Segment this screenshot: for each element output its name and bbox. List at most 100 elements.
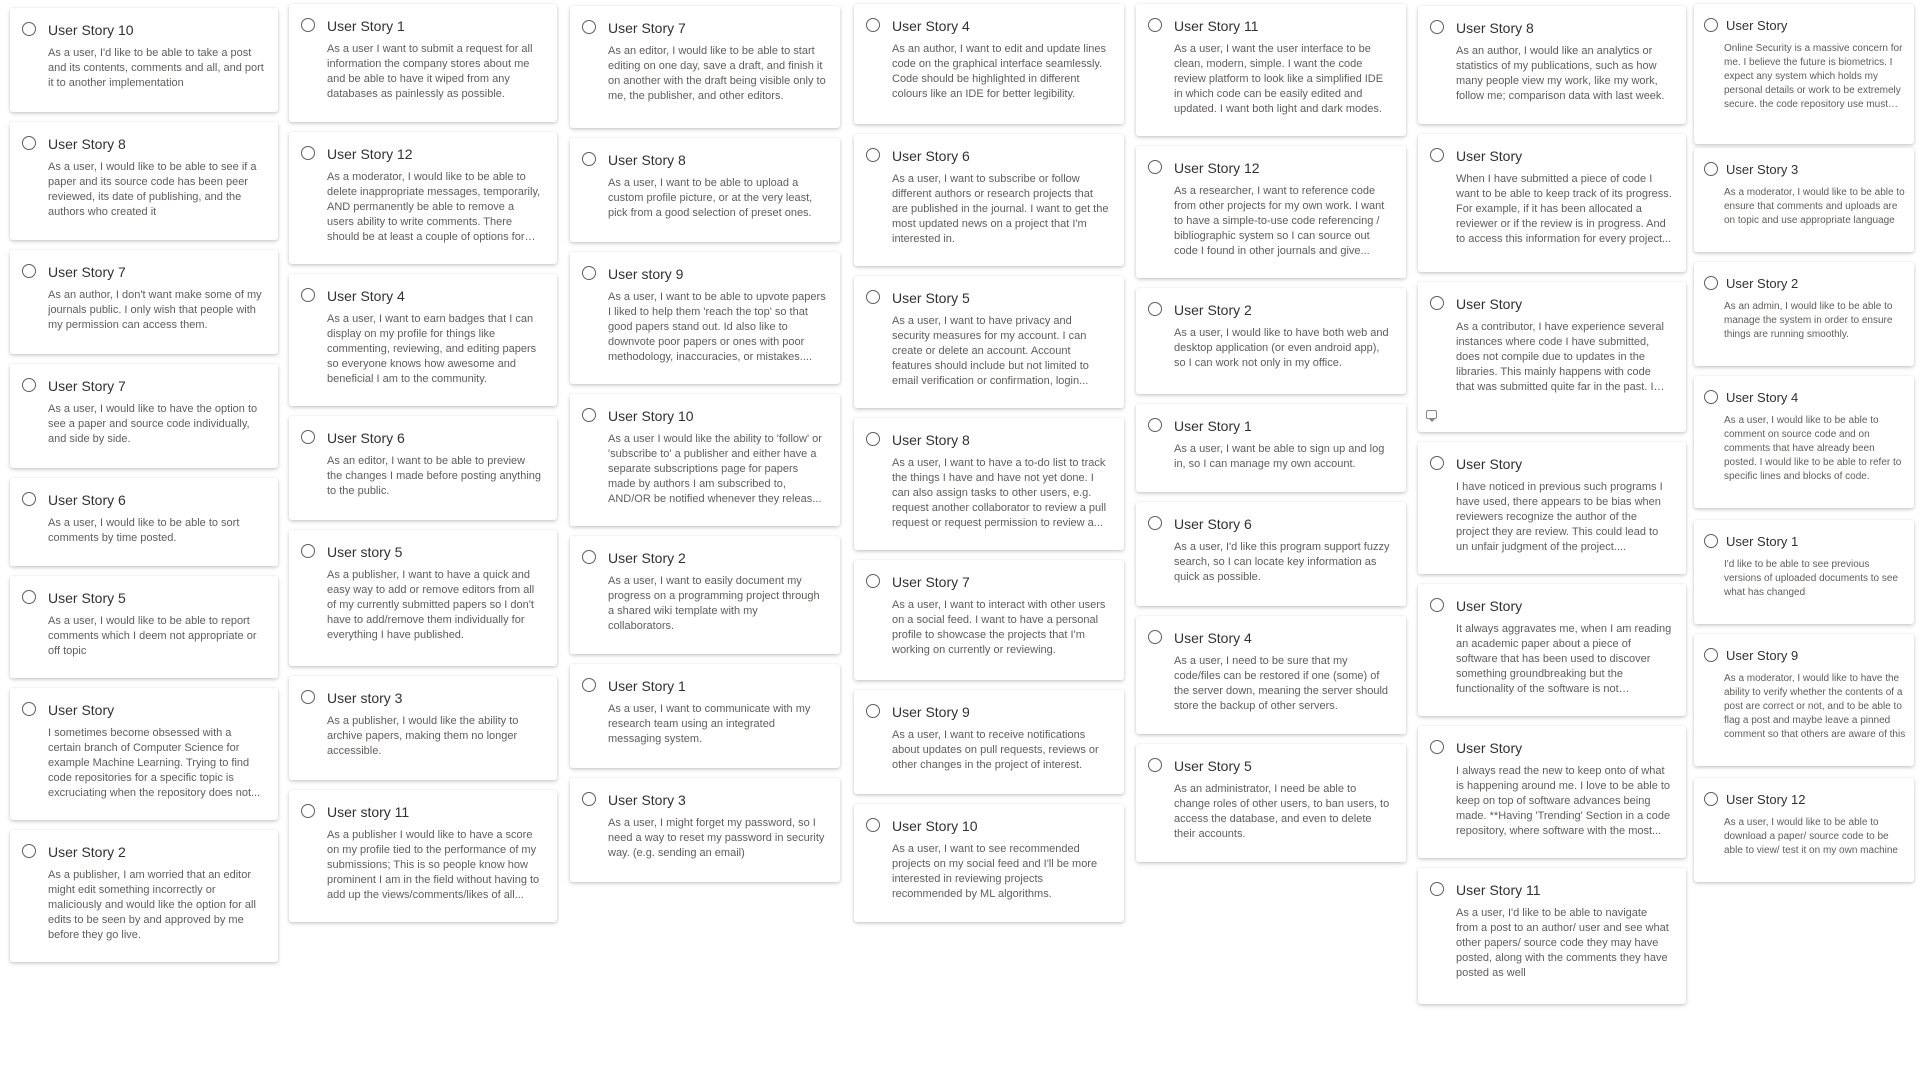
story-card[interactable]: User Story 7 As an author, I don't want …	[10, 250, 278, 354]
complete-circle-icon[interactable]	[582, 20, 596, 34]
story-card[interactable]: User Story 12 As a moderator, I would li…	[289, 132, 557, 264]
story-card[interactable]: User Story 12 As a researcher, I want to…	[1136, 146, 1406, 278]
complete-circle-icon[interactable]	[22, 844, 36, 858]
story-card[interactable]: User Story 10 As a user, I want to see r…	[854, 804, 1124, 922]
story-card[interactable]: User Story 8 As an author, I would like …	[1418, 6, 1686, 124]
story-card[interactable]: User Story 10 As a user, I'd like to be …	[10, 8, 278, 112]
story-card[interactable]: User Story 1 As a user, I want to commun…	[570, 664, 840, 768]
complete-circle-icon[interactable]	[582, 792, 596, 806]
complete-circle-icon[interactable]	[301, 146, 315, 160]
complete-circle-icon[interactable]	[582, 408, 596, 422]
complete-circle-icon[interactable]	[301, 288, 315, 302]
complete-circle-icon[interactable]	[1704, 276, 1718, 290]
story-card[interactable]: User Story I have noticed in previous su…	[1418, 442, 1686, 574]
story-card[interactable]: User Story 3 As a moderator, I would lik…	[1694, 148, 1914, 252]
story-card[interactable]: User Story 4 As an author, I want to edi…	[854, 4, 1124, 124]
story-card[interactable]: User Story 6 As a user, I'd like this pr…	[1136, 502, 1406, 606]
story-card[interactable]: User Story 1 As a user I want to submit …	[289, 4, 557, 122]
story-card[interactable]: User Story 9 As a moderator, I would lik…	[1694, 634, 1914, 766]
story-card[interactable]: User Story 5 As a user, I want to have p…	[854, 276, 1124, 408]
complete-circle-icon[interactable]	[22, 492, 36, 506]
complete-circle-icon[interactable]	[866, 148, 880, 162]
story-card[interactable]: User Story 6 As an editor, I want to be …	[289, 416, 557, 520]
story-card[interactable]: User Story I sometimes become obsessed w…	[10, 688, 278, 820]
story-card[interactable]: User Story 7 As a user, I would like to …	[10, 364, 278, 468]
complete-circle-icon[interactable]	[1148, 302, 1162, 316]
story-card[interactable]: User Story 5 As a user, I would like to …	[10, 576, 278, 678]
comment-icon[interactable]	[1426, 410, 1437, 422]
complete-circle-icon[interactable]	[1430, 148, 1444, 162]
complete-circle-icon[interactable]	[301, 804, 315, 818]
story-card[interactable]: User story 11 As a publisher I would lik…	[289, 790, 557, 922]
story-card[interactable]: User Story 4 As a user, I need to be sur…	[1136, 616, 1406, 734]
story-card[interactable]: User story 9 As a user, I want to be abl…	[570, 252, 840, 384]
complete-circle-icon[interactable]	[1430, 456, 1444, 470]
complete-circle-icon[interactable]	[866, 574, 880, 588]
complete-circle-icon[interactable]	[1704, 162, 1718, 176]
story-card[interactable]: User Story 3 As a user, I might forget m…	[570, 778, 840, 882]
complete-circle-icon[interactable]	[1148, 418, 1162, 432]
story-card[interactable]: User Story 7 As an editor, I would like …	[570, 6, 840, 128]
story-card[interactable]: User Story 8 As a user, I want to have a…	[854, 418, 1124, 550]
complete-circle-icon[interactable]	[1430, 20, 1444, 34]
story-card[interactable]: User Story 4 As a user, I want to earn b…	[289, 274, 557, 406]
complete-circle-icon[interactable]	[22, 378, 36, 392]
complete-circle-icon[interactable]	[1148, 516, 1162, 530]
complete-circle-icon[interactable]	[866, 704, 880, 718]
complete-circle-icon[interactable]	[22, 590, 36, 604]
story-card[interactable]: User Story 2 As a user, I want to easily…	[570, 536, 840, 654]
story-card[interactable]: User Story 2 As a user, I would like to …	[1136, 288, 1406, 394]
complete-circle-icon[interactable]	[1704, 648, 1718, 662]
story-card[interactable]: User Story 8 As a user, I want to be abl…	[570, 138, 840, 242]
complete-circle-icon[interactable]	[1148, 758, 1162, 772]
story-card[interactable]: User Story 2 As a publisher, I am worrie…	[10, 830, 278, 962]
complete-circle-icon[interactable]	[582, 266, 596, 280]
complete-circle-icon[interactable]	[582, 152, 596, 166]
story-card[interactable]: User story 5 As a publisher, I want to h…	[289, 530, 557, 666]
complete-circle-icon[interactable]	[866, 432, 880, 446]
story-card[interactable]: User Story 5 As an administrator, I need…	[1136, 744, 1406, 862]
complete-circle-icon[interactable]	[1148, 630, 1162, 644]
story-card[interactable]: User Story When I have submitted a piece…	[1418, 134, 1686, 272]
complete-circle-icon[interactable]	[1430, 598, 1444, 612]
complete-circle-icon[interactable]	[301, 430, 315, 444]
story-card[interactable]: User Story 11 As a user, I want the user…	[1136, 4, 1406, 136]
complete-circle-icon[interactable]	[22, 702, 36, 716]
story-card[interactable]: User Story As a contributor, I have expe…	[1418, 282, 1686, 432]
complete-circle-icon[interactable]	[301, 18, 315, 32]
story-card[interactable]: User Story 6 As a user, I want to subscr…	[854, 134, 1124, 266]
story-card[interactable]: User Story 12 As a user, I would like to…	[1694, 778, 1914, 882]
story-card[interactable]: User Story 9 As a user, I want to receiv…	[854, 690, 1124, 794]
complete-circle-icon[interactable]	[1430, 296, 1444, 310]
complete-circle-icon[interactable]	[582, 550, 596, 564]
story-card[interactable]: User Story 8 As a user, I would like to …	[10, 122, 278, 240]
complete-circle-icon[interactable]	[1430, 740, 1444, 754]
story-card[interactable]: User Story 6 As a user, I would like to …	[10, 478, 278, 566]
complete-circle-icon[interactable]	[1704, 534, 1718, 548]
story-card[interactable]: User Story 4 As a user, I would like to …	[1694, 376, 1914, 508]
complete-circle-icon[interactable]	[866, 818, 880, 832]
complete-circle-icon[interactable]	[22, 22, 36, 36]
story-card[interactable]: User Story 1 As a user, I want be able t…	[1136, 404, 1406, 492]
complete-circle-icon[interactable]	[1704, 390, 1718, 404]
complete-circle-icon[interactable]	[301, 690, 315, 704]
story-card[interactable]: User Story I always read the new to keep…	[1418, 726, 1686, 858]
complete-circle-icon[interactable]	[22, 136, 36, 150]
complete-circle-icon[interactable]	[866, 18, 880, 32]
story-card[interactable]: User Story Online Security is a massive …	[1694, 4, 1914, 144]
complete-circle-icon[interactable]	[1148, 18, 1162, 32]
complete-circle-icon[interactable]	[582, 678, 596, 692]
story-card[interactable]: User Story It always aggravates me, when…	[1418, 584, 1686, 716]
story-card[interactable]: User story 3 As a publisher, I would lik…	[289, 676, 557, 780]
complete-circle-icon[interactable]	[301, 544, 315, 558]
complete-circle-icon[interactable]	[1148, 160, 1162, 174]
complete-circle-icon[interactable]	[22, 264, 36, 278]
story-card[interactable]: User Story 11 As a user, I'd like to be …	[1418, 868, 1686, 1004]
story-card[interactable]: User Story 7 As a user, I want to intera…	[854, 560, 1124, 680]
story-card[interactable]: User Story 10 As a user I would like the…	[570, 394, 840, 526]
story-card[interactable]: User Story 2 As an admin, I would like t…	[1694, 262, 1914, 366]
complete-circle-icon[interactable]	[1704, 18, 1718, 32]
complete-circle-icon[interactable]	[1704, 792, 1718, 806]
complete-circle-icon[interactable]	[1430, 882, 1444, 896]
story-card[interactable]: User Story 1 I'd like to be able to see …	[1694, 520, 1914, 624]
